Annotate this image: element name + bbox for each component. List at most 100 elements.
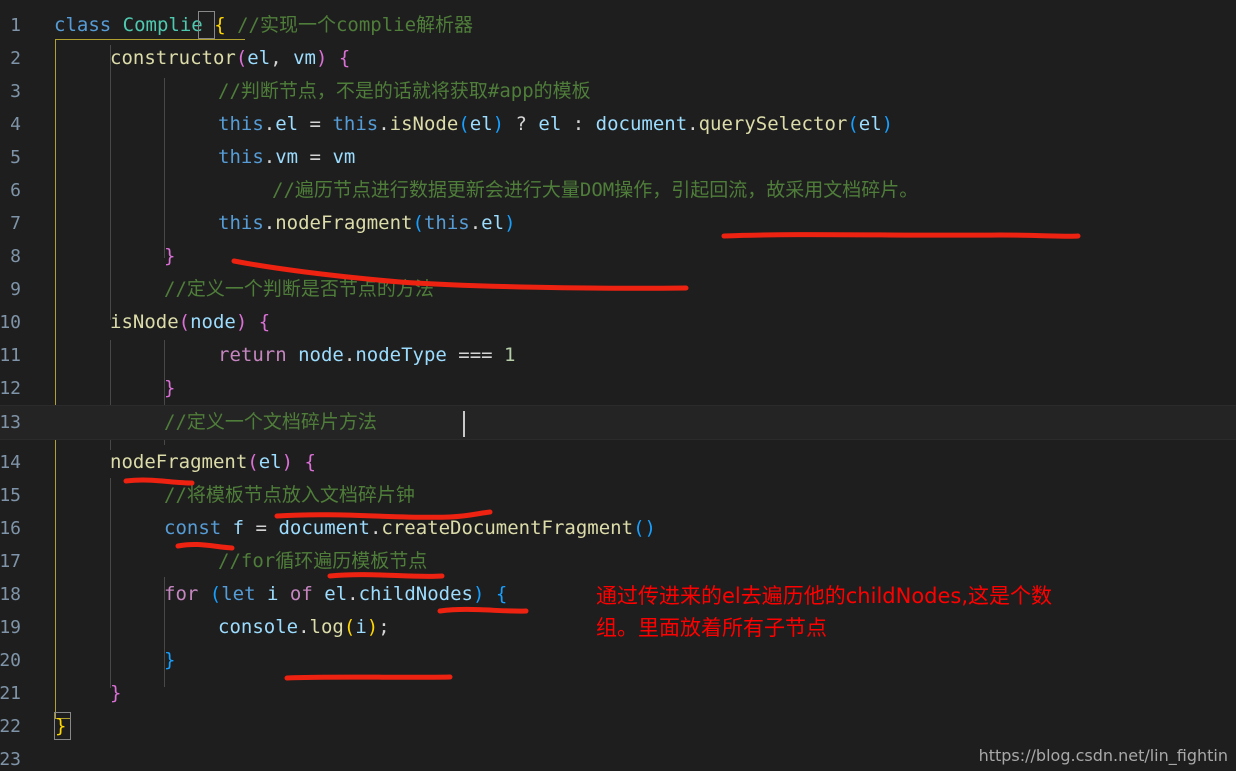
token-classname: Complie	[122, 14, 203, 36]
token-dot: .	[347, 583, 359, 605]
line-number: 23	[0, 749, 21, 770]
line-number: 4	[10, 114, 21, 135]
token-brace: }	[110, 682, 122, 704]
line-content: //定义一个文档碎片方法	[164, 406, 377, 439]
line-content: class Complie { //实现一个complie解析器	[54, 9, 473, 42]
token-param: vm	[293, 47, 316, 69]
token-method: createDocumentFragment	[381, 517, 634, 539]
code-line[interactable]: 17 //for循环遍历模板节点	[0, 545, 1236, 578]
line-number: 11	[0, 345, 21, 366]
token-operator: =	[298, 146, 333, 168]
token-ternary: ?	[504, 113, 539, 135]
token-arg: i	[355, 616, 367, 638]
token-dot: .	[343, 344, 356, 366]
code-line[interactable]: 15 //将模板节点放入文档碎片钟	[0, 479, 1236, 512]
token-comment: //实现一个complie解析器	[237, 14, 474, 36]
code-line[interactable]: 16 const f = document.createDocumentFrag…	[0, 512, 1236, 545]
line-number: 2	[10, 48, 21, 69]
token-method: isNode	[389, 113, 459, 135]
code-line[interactable]: 3 //判断节点，不是的话就将获取#app的模板	[0, 75, 1236, 108]
token-object: document	[278, 517, 370, 539]
code-editor[interactable]: c 1 class Complie { //实现一个complie解析器 2 c…	[0, 0, 1236, 771]
token-brace: }	[55, 715, 67, 737]
line-number: 3	[10, 81, 21, 102]
line-content: this.el = this.isNode(el) ? el : documen…	[218, 108, 893, 141]
token-paren: (	[847, 113, 859, 135]
token-paren: )	[492, 113, 505, 135]
line-number: 10	[0, 312, 21, 333]
token-arg: el	[469, 113, 493, 135]
line-content: nodeFragment(el) {	[110, 446, 316, 479]
watermark: https://blog.csdn.net/lin_fightin	[978, 746, 1228, 765]
code-line[interactable]: 4 this.el = this.isNode(el) ? el : docum…	[0, 108, 1236, 141]
token-property: childNodes	[358, 583, 473, 605]
code-line[interactable]: 20 }	[0, 644, 1236, 677]
line-number: 18	[0, 584, 21, 605]
token-function: nodeFragment	[110, 451, 248, 473]
code-line[interactable]: 22 }	[0, 710, 1236, 743]
code-line[interactable]: 21 }	[0, 677, 1236, 710]
line-content: //for循环遍历模板节点	[218, 545, 427, 578]
line-content: }	[55, 710, 66, 743]
token-paren: (	[235, 47, 248, 69]
code-line-active[interactable]: 13 //定义一个文档碎片方法	[0, 405, 1236, 440]
line-number: 19	[0, 617, 21, 638]
line-content: }	[164, 240, 175, 273]
annotation-note-line1: 通过传进来的el去遍历他的childNodes,这是个数	[596, 584, 1053, 608]
code-line[interactable]: 11 return node.nodeType === 1	[0, 339, 1236, 372]
token-operator: ===	[446, 344, 505, 366]
token-this: this	[332, 113, 379, 135]
line-content: }	[164, 372, 175, 405]
token-paren: )	[235, 311, 248, 333]
code-line[interactable]: 10 isNode(node) {	[0, 306, 1236, 339]
token-value: el	[538, 113, 562, 135]
line-content: for (let i of el.childNodes) {	[164, 578, 507, 611]
line-number: 5	[10, 147, 21, 168]
code-line[interactable]: 1 class Complie { //实现一个complie解析器	[0, 9, 1236, 42]
token-brace: }	[164, 649, 176, 671]
token-arg: el	[858, 113, 882, 135]
token-paren: (	[247, 451, 259, 473]
token-operator: =	[298, 113, 333, 135]
token-value: vm	[332, 146, 356, 168]
token-property: vm	[275, 146, 299, 168]
line-content: }	[164, 644, 175, 677]
token-dot: .	[687, 113, 699, 135]
code-line[interactable]: 6 //遍历节点进行数据更新会进行大量DOM操作，引起回流，故采用文档碎片。	[0, 174, 1236, 207]
token-variable: i	[267, 583, 279, 605]
token-paren: )	[315, 47, 328, 69]
token-comment: //for循环遍历模板节点	[218, 550, 428, 572]
line-number: 6	[10, 180, 21, 201]
line-content: this.vm = vm	[218, 141, 355, 174]
line-number: 17	[0, 551, 21, 572]
line-content: //定义一个判断是否节点的方法	[164, 273, 434, 306]
token-for: for	[164, 583, 199, 605]
token-brace: {	[495, 583, 508, 605]
code-line[interactable]: 2 constructor(el, vm) {	[0, 42, 1236, 75]
token-comment: //定义一个判断是否节点的方法	[164, 278, 434, 300]
token-semicolon: ;	[378, 616, 390, 638]
token-comment: //将模板节点放入文档碎片钟	[164, 484, 415, 506]
line-number: 14	[0, 452, 21, 473]
token-param: el	[247, 47, 271, 69]
text-cursor	[463, 411, 465, 437]
token-paren: (	[209, 583, 222, 605]
token-object: document	[595, 113, 688, 135]
token-property: el	[275, 113, 299, 135]
partial-top-line: c	[0, 0, 1236, 8]
code-line[interactable]: 9 //定义一个判断是否节点的方法	[0, 273, 1236, 306]
code-line[interactable]: 7 this.nodeFragment(this.el)	[0, 207, 1236, 240]
token-paren: (	[458, 113, 470, 135]
code-line[interactable]: 5 this.vm = vm	[0, 141, 1236, 174]
line-number: 20	[0, 650, 21, 671]
code-line[interactable]: 8 }	[0, 240, 1236, 273]
code-line[interactable]: 14 nodeFragment(el) {	[0, 446, 1236, 479]
token-comment: //遍历节点进行数据更新会进行大量DOM操作，引起回流，故采用文档碎片。	[272, 179, 919, 201]
token-param: el	[258, 451, 282, 473]
code-line[interactable]: 12 }	[0, 372, 1236, 405]
token-paren: )	[881, 113, 894, 135]
line-content: return node.nodeType === 1	[218, 339, 515, 372]
line-number: 9	[10, 279, 21, 300]
token-keyword: const	[164, 517, 222, 539]
line-content: constructor(el, vm) {	[110, 42, 350, 75]
